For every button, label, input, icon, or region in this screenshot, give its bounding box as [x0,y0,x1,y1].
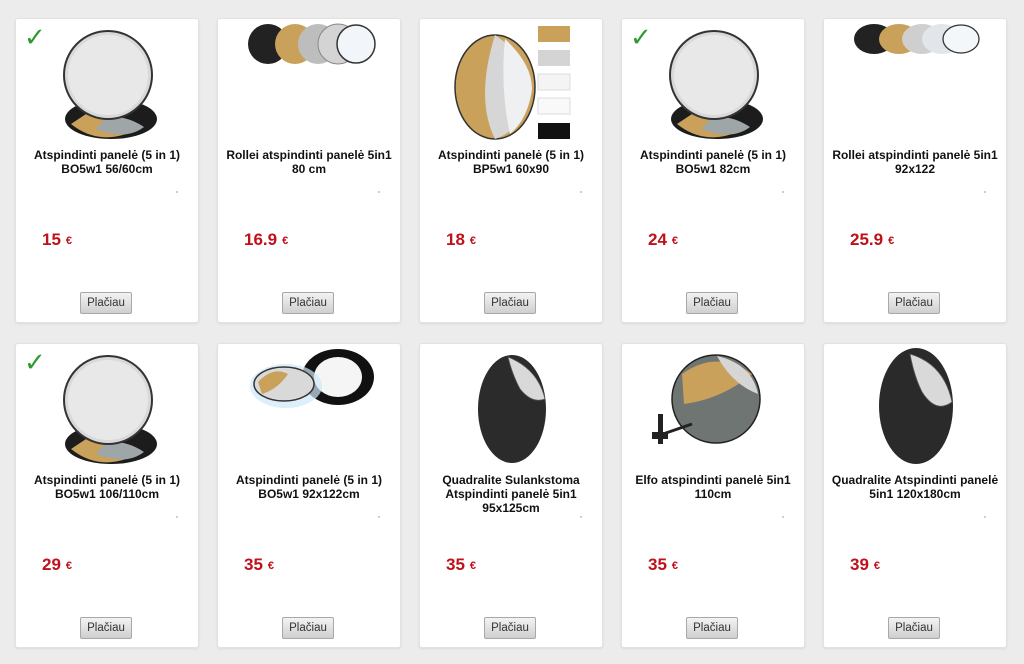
product-card: Rollei atspindinti panelė 5in1 92x122 25… [823,18,1007,323]
details-button[interactable]: Plačiau [888,617,940,639]
divider-dot [176,191,178,193]
product-price: 35 € [244,555,275,574]
divider-dot [580,191,582,193]
product-card: Atspindinti panelė (5 in 1) BP5w1 60x90 … [419,18,603,323]
product-price: 16.9 € [244,230,289,249]
product-title[interactable]: Quadralite Sulankstoma Atspindinti panel… [426,473,596,515]
product-title[interactable]: Atspindinti panelė (5 in 1) BO5w1 106/11… [22,473,192,501]
divider-dot [378,516,380,518]
product-title[interactable]: Rollei atspindinti panelė 5in1 92x122 [830,148,1000,176]
product-price: 18 € [446,230,477,249]
divider-dot [580,516,582,518]
oval-reflector-swatches-icon[interactable] [420,19,602,144]
details-button[interactable]: Plačiau [282,292,334,314]
product-card: Quadralite Atspindinti panelė 5in1 120x1… [823,343,1007,648]
product-card: ✓ Atspindinti panelė (5 in 1) BO5w1 82cm… [621,18,805,323]
divider-dot [176,516,178,518]
details-button[interactable]: Plačiau [888,292,940,314]
product-title[interactable]: Rollei atspindinti panelė 5in1 80 cm [224,148,394,176]
product-title[interactable]: Atspindinti panelė (5 in 1) BO5w1 82cm [628,148,798,176]
product-price: 24 € [648,230,679,249]
product-card: ✓ Atspindinti panelė (5 in 1) BO5w1 56/6… [15,18,199,323]
product-price: 15 € [42,230,73,249]
product-price: 39 € [850,555,881,574]
dark-oval-reflector-icon[interactable] [824,344,1006,469]
product-price: 25.9 € [850,230,895,249]
product-card: Quadralite Sulankstoma Atspindinti panel… [419,343,603,648]
details-button[interactable]: Plačiau [484,617,536,639]
product-title[interactable]: Atspindinti panelė (5 in 1) BO5w1 92x122… [224,473,394,501]
reflector-with-holder-icon[interactable] [622,344,804,469]
details-button[interactable]: Plačiau [484,292,536,314]
product-title[interactable]: Elfo atspindinti panelė 5in1 110cm [628,473,798,501]
divider-dot [984,516,986,518]
check-icon: ✓ [630,23,652,53]
oval-reflector-pair-icon[interactable] [218,344,400,469]
check-icon: ✓ [24,23,46,53]
product-price: 29 € [42,555,73,574]
check-icon: ✓ [24,348,46,378]
product-card: Elfo atspindinti panelė 5in1 110cm 35 € P… [621,343,805,648]
details-button[interactable]: Plačiau [80,617,132,639]
reflector-discs-icon[interactable] [218,19,400,144]
divider-dot [984,191,986,193]
product-title[interactable]: Quadralite Atspindinti panelė 5in1 120x1… [830,473,1000,501]
product-grid: ✓ Atspindinti panelė (5 in 1) BO5w1 56/6… [15,18,1007,648]
details-button[interactable]: Plačiau [282,617,334,639]
divider-dot [782,516,784,518]
divider-dot [782,191,784,193]
product-title[interactable]: Atspindinti panelė (5 in 1) BO5w1 56/60c… [22,148,192,176]
product-title[interactable]: Atspindinti panelė (5 in 1) BP5w1 60x90 [426,148,596,176]
details-button[interactable]: Plačiau [686,617,738,639]
product-card: Atspindinti panelė (5 in 1) BO5w1 92x122… [217,343,401,648]
details-button[interactable]: Plačiau [80,292,132,314]
product-price: 35 € [446,555,477,574]
details-button[interactable]: Plačiau [686,292,738,314]
product-price: 35 € [648,555,679,574]
product-card: Rollei atspindinti panelė 5in1 80 cm 16.… [217,18,401,323]
dark-oval-reflector-icon[interactable] [420,344,602,469]
divider-dot [378,191,380,193]
reflector-ovals-icon[interactable] [824,19,1006,144]
product-card: ✓ Atspindinti panelė (5 in 1) BO5w1 106/… [15,343,199,648]
